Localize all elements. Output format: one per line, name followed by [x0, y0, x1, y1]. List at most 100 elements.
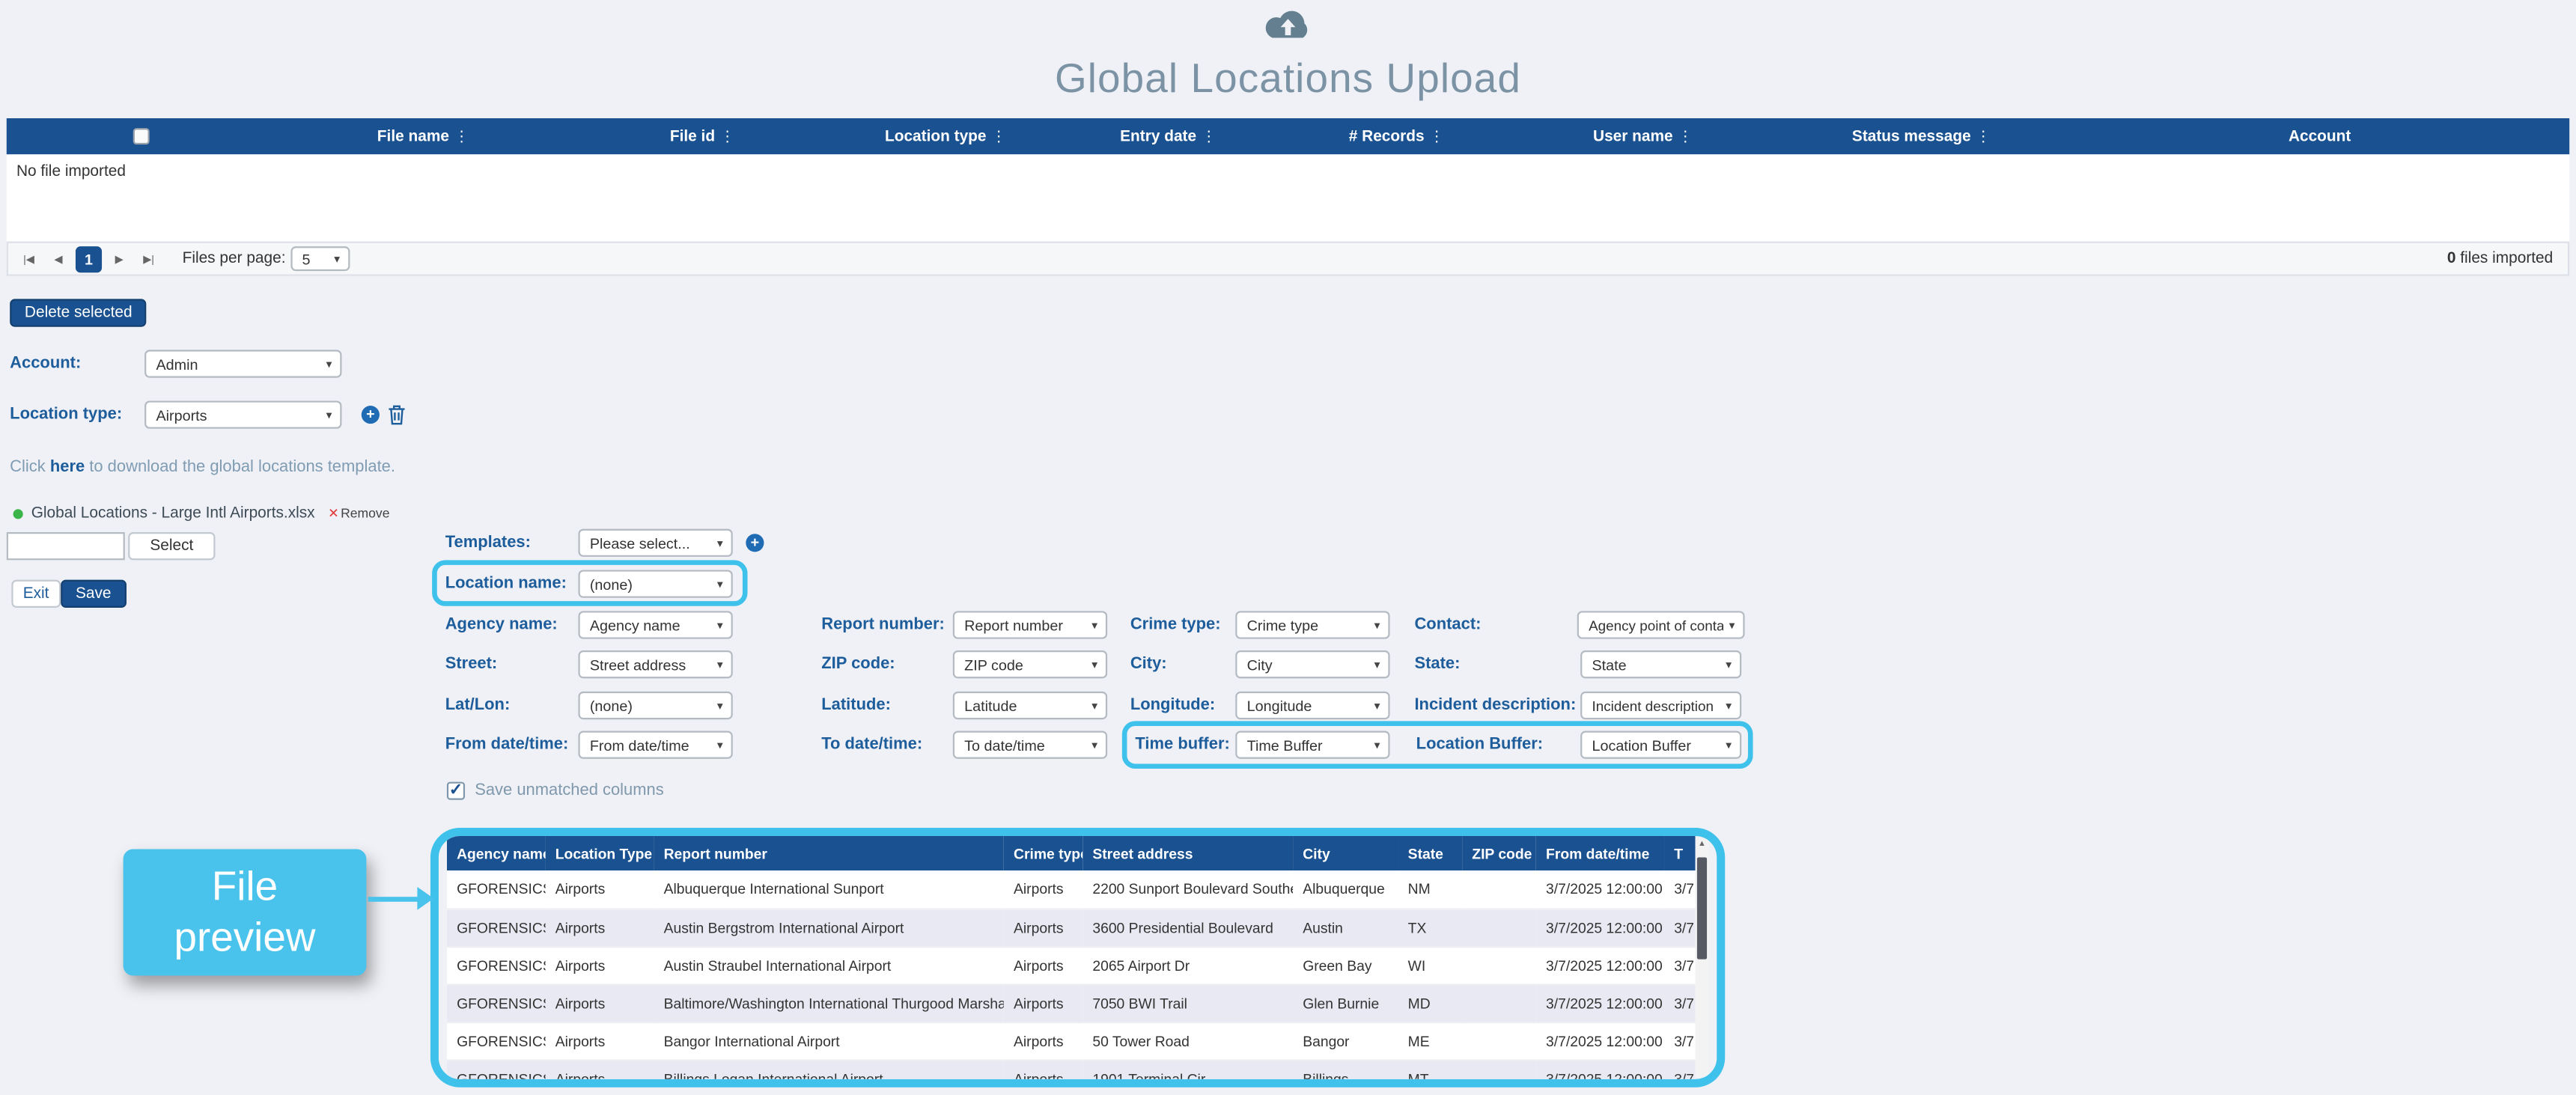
templates-label: Templates:	[445, 529, 531, 557]
account-label: Account:	[10, 350, 81, 377]
file-preview-highlight: Agency nameLocation TypeReport numberCri…	[430, 828, 1725, 1088]
zip-code-select[interactable]: ZIP code▾	[953, 650, 1107, 678]
crime-type-select[interactable]: Crime type▾	[1235, 611, 1389, 638]
preview-scrollbar[interactable]: ▲	[1696, 838, 1709, 1077]
select-file-button[interactable]: Select	[128, 532, 215, 560]
caret-down-icon: ▾	[1726, 738, 1732, 751]
preview-row[interactable]: GFORENSICS Airports Austin Bergstrom Int…	[447, 909, 1696, 946]
latlon-select[interactable]: (none)▾	[578, 692, 732, 719]
caret-down-icon: ▾	[717, 577, 723, 591]
delete-selected-button[interactable]: Delete selected	[10, 299, 147, 326]
caret-down-icon: ▾	[717, 699, 723, 713]
column-menu-icon[interactable]: ⋮	[1678, 127, 1693, 145]
file-status-dot	[13, 508, 23, 518]
callout-arrow	[368, 897, 419, 902]
caret-down-icon: ▾	[1374, 699, 1380, 713]
files-grid-column-header[interactable]: Status message ⋮	[1773, 118, 2070, 154]
selected-file-chip: Global Locations - Large Intl Airports.x…	[13, 504, 390, 522]
select-all-cell	[7, 118, 276, 154]
caret-down-icon: ▾	[1726, 658, 1732, 671]
file-path-input[interactable]	[7, 532, 125, 560]
caret-down-icon: ▾	[1091, 618, 1097, 632]
caret-down-icon: ▾	[326, 408, 332, 421]
caret-down-icon: ▾	[717, 658, 723, 671]
files-grid-pager: |◀ ◀ 1 ▶ ▶| Files per page: 5 ▾ 0 files …	[7, 242, 2569, 276]
agency-name-select[interactable]: Agency name▾	[578, 611, 732, 638]
location-type-select[interactable]: Airports ▾	[144, 400, 341, 428]
location-name-label: Location name:	[445, 570, 567, 597]
preview-column-header: Report number	[654, 836, 1003, 870]
contact-select[interactable]: Agency point of contact▾	[1577, 611, 1745, 638]
masthead: Global Locations Upload	[0, 7, 2576, 103]
remove-file-button[interactable]: ✕ Remove	[328, 506, 389, 521]
state-select[interactable]: State▾	[1580, 650, 1741, 678]
files-imported-summary: 0 files imported	[2447, 250, 2560, 268]
caret-down-icon: ▾	[334, 252, 340, 266]
last-page-button[interactable]: ▶|	[136, 246, 161, 271]
remove-x-icon: ✕	[328, 506, 339, 521]
templates-select[interactable]: Please select... ▾	[578, 529, 732, 557]
to-datetime-label: To date/time:	[821, 731, 922, 759]
next-page-button[interactable]: ▶	[107, 246, 132, 271]
preview-row[interactable]: GFORENSICS Airports Bangor International…	[447, 1022, 1696, 1059]
caret-down-icon: ▾	[717, 738, 723, 751]
from-datetime-select[interactable]: From date/time▾	[578, 731, 732, 759]
first-page-button[interactable]: |◀	[16, 246, 41, 271]
location-name-select[interactable]: (none) ▾	[578, 570, 732, 597]
column-menu-icon[interactable]: ⋮	[720, 127, 735, 145]
prev-page-button[interactable]: ◀	[46, 246, 70, 271]
report-number-select[interactable]: Report number▾	[953, 611, 1107, 638]
preview-column-header: From date/time	[1536, 836, 1664, 870]
add-template-icon[interactable]: +	[746, 534, 764, 552]
save-button[interactable]: Save	[61, 580, 126, 608]
preview-scrollbar-thumb[interactable]	[1697, 858, 1707, 960]
save-unmatched-checkbox[interactable]: ✓	[447, 782, 465, 800]
account-select[interactable]: Admin ▾	[144, 350, 341, 377]
latitude-select[interactable]: Latitude▾	[953, 692, 1107, 719]
add-location-type-icon[interactable]: +	[362, 406, 380, 424]
select-all-checkbox[interactable]	[133, 128, 150, 144]
template-download-link[interactable]: here	[50, 458, 85, 476]
preview-row[interactable]: GFORENSICS Airports Albuquerque Internat…	[447, 870, 1696, 908]
column-label: # Records	[1349, 127, 1425, 145]
files-grid-column-header[interactable]: Account ⋮	[2070, 118, 2569, 154]
files-per-page-select[interactable]: 5 ▾	[290, 246, 350, 271]
column-menu-icon[interactable]: ⋮	[454, 127, 469, 145]
files-grid-column-header[interactable]: File id ⋮	[570, 118, 834, 154]
column-menu-icon[interactable]: ⋮	[1202, 127, 1217, 145]
caret-down-icon: ▾	[326, 357, 332, 370]
preview-row[interactable]: GFORENSICS Airports Austin Straubel Inte…	[447, 946, 1696, 983]
files-grid-column-header[interactable]: User name ⋮	[1513, 118, 1773, 154]
selected-file-name: Global Locations - Large Intl Airports.x…	[31, 504, 315, 522]
street-label: Street:	[445, 650, 498, 678]
preview-row[interactable]: GFORENSICS Airports Baltimore/Washington…	[447, 984, 1696, 1022]
files-grid-column-header[interactable]: Entry date ⋮	[1056, 118, 1279, 154]
column-label: User name	[1593, 127, 1673, 145]
time-buffer-select[interactable]: Time Buffer▾	[1235, 731, 1389, 759]
city-select[interactable]: City▾	[1235, 650, 1389, 678]
column-menu-icon[interactable]: ⋮	[1429, 127, 1444, 145]
scroll-up-icon[interactable]: ▲	[1696, 838, 1709, 852]
template-download-line: Click here to download the global locati…	[10, 458, 395, 476]
longitude-select[interactable]: Longitude▾	[1235, 692, 1389, 719]
files-grid-column-header[interactable]: Location type ⋮	[835, 118, 1056, 154]
column-label: File id	[670, 127, 715, 145]
location-type-label: Location type:	[10, 400, 122, 428]
column-menu-icon[interactable]: ⋮	[991, 127, 1006, 145]
delete-location-type-icon[interactable]	[388, 404, 406, 434]
location-buffer-label: Location Buffer:	[1416, 731, 1543, 759]
preview-row[interactable]: GFORENSICS Airports Billings Logan Inter…	[447, 1059, 1696, 1087]
latitude-label: Latitude:	[821, 692, 891, 719]
incident-description-select[interactable]: Incident description▾	[1580, 692, 1741, 719]
preview-column-header: Crime type	[1004, 836, 1083, 870]
latlon-label: Lat/Lon:	[445, 692, 511, 719]
current-page-button[interactable]: 1	[76, 245, 102, 272]
to-datetime-select[interactable]: To date/time▾	[953, 731, 1107, 759]
exit-button[interactable]: Exit	[11, 580, 60, 608]
street-select[interactable]: Street address▾	[578, 650, 732, 678]
files-grid-column-header[interactable]: # Records ⋮	[1280, 118, 1514, 154]
column-menu-icon[interactable]: ⋮	[1976, 127, 1991, 145]
files-grid-column-header[interactable]: File name ⋮	[276, 118, 570, 154]
preview-column-header: Location Type	[546, 836, 654, 870]
location-buffer-select[interactable]: Location Buffer▾	[1580, 731, 1741, 759]
